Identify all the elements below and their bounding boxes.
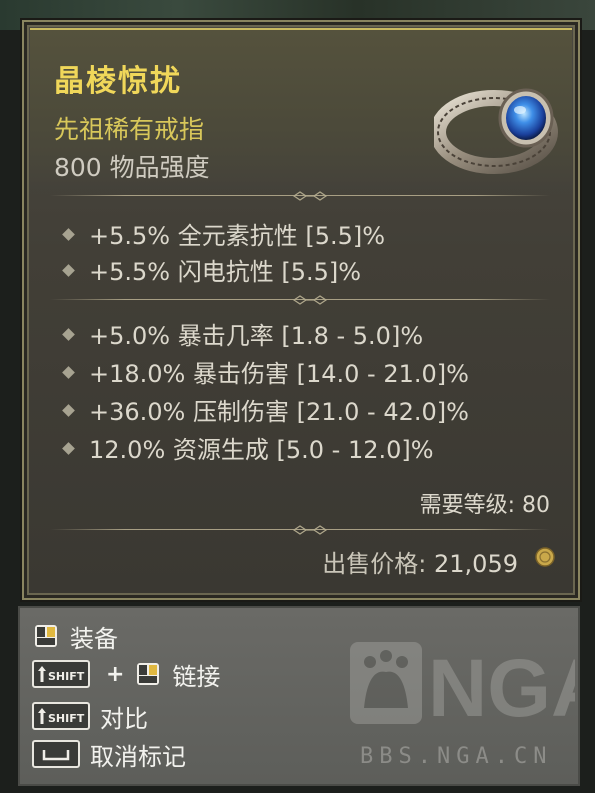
affix-explicit-2: +18.0% 暴击伤害 [14.0 - 21.0]% (62, 354, 469, 389)
control-compare[interactable]: SHIFT 对比 (32, 700, 148, 733)
control-unmark-label: 取消标记 (90, 742, 186, 771)
affix-explicit-4: 12.0% 资源生成 [5.0 - 12.0]% (62, 430, 434, 465)
item-name: 晶棱惊扰 (54, 64, 182, 99)
diamond-bullet-icon (62, 403, 75, 417)
diamond-bullet-icon (62, 227, 75, 241)
spacebar-key-icon (32, 740, 80, 768)
plus-sign: + (106, 661, 125, 687)
diamond-bullet-icon (62, 365, 75, 379)
sell-price-value: 21,059 (434, 550, 518, 578)
ring-icon (434, 88, 558, 174)
control-link[interactable]: SHIFT + 链接 (32, 658, 221, 691)
affix-implicit-2: +5.5% 闪电抗性 [5.5]% (62, 252, 361, 287)
control-equip[interactable]: 装备 (32, 620, 118, 653)
sell-price-label: 出售价格: (322, 550, 427, 578)
diamond-bullet-icon (62, 327, 75, 341)
gold-coin-icon (535, 547, 555, 567)
control-link-label: 链接 (172, 662, 221, 691)
diamond-bullet-icon (62, 263, 75, 277)
affix-explicit-1: +5.0% 暴击几率 [1.8 - 5.0]% (62, 316, 423, 351)
affix-explicit-3: +36.0% 压制伤害 [21.0 - 42.0]% (62, 392, 469, 427)
shift-key-icon: SHIFT (32, 660, 90, 688)
control-compare-label: 对比 (100, 704, 148, 733)
controls-panel: NGA BBS.NGA.CN 装备 SHIFT + 链接 SHIFT 对比 (18, 606, 580, 786)
item-type: 先祖稀有戒指 (54, 115, 205, 144)
control-equip-label: 装备 (70, 624, 118, 653)
control-unmark[interactable]: 取消标记 (32, 738, 186, 771)
section-divider (50, 294, 550, 306)
nga-logo-watermark: NGA (350, 642, 575, 728)
shift-key-icon: SHIFT (32, 702, 90, 730)
section-divider (50, 524, 550, 536)
nga-logo-text: NGA (428, 643, 575, 728)
watermark-url: BBS.NGA.CN (360, 744, 553, 769)
sell-price: 出售价格: 21,059 (322, 544, 518, 579)
section-divider (50, 190, 550, 202)
level-requirement: 需要等级: 80 (419, 493, 550, 518)
affix-implicit-1: +5.5% 全元素抗性 [5.5]% (62, 216, 385, 251)
mouse-right-click-icon (35, 625, 57, 647)
diamond-bullet-icon (62, 441, 75, 455)
item-tooltip: 晶棱惊扰 先祖稀有戒指 800 物品强度 +5.5% 全元素抗性 [5.5]% … (22, 20, 580, 600)
item-power: 800 物品强度 (54, 153, 210, 182)
mouse-right-click-icon (137, 663, 160, 685)
